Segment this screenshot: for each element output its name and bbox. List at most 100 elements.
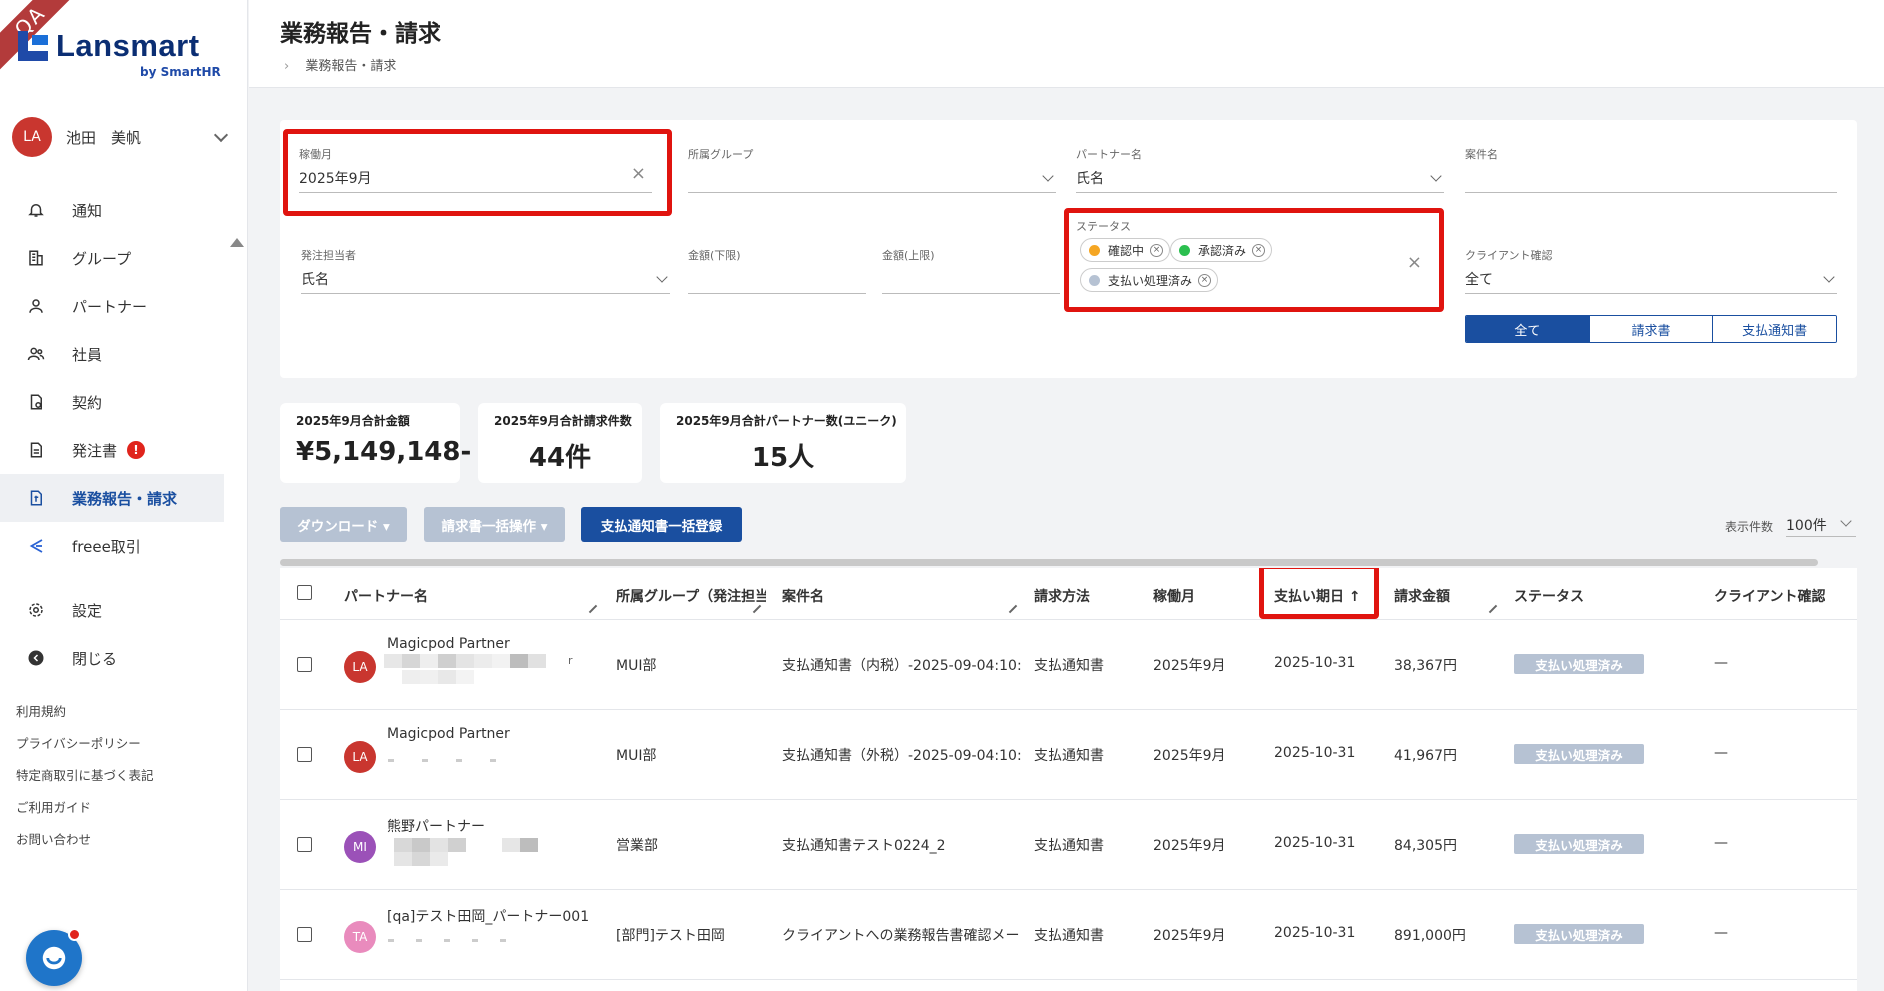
- chevron-down-icon: [656, 271, 668, 283]
- amount-max-input[interactable]: 金額(上限): [882, 247, 1060, 294]
- link-contact[interactable]: お問い合わせ: [16, 830, 154, 862]
- project-input[interactable]: 案件名: [1465, 146, 1837, 193]
- status-badge: 支払い処理済み: [1514, 924, 1644, 944]
- summary-title: 2025年9月合計パートナー数(ユニーク): [676, 414, 897, 428]
- gear-icon: [26, 600, 46, 620]
- table-row[interactable]: TA [qa]テスト田岡_パートナー001 [部門]テスト田岡 クライアントへの…: [280, 890, 1857, 980]
- annotation-highlight: [1064, 208, 1444, 312]
- amount: 38,367円: [1394, 658, 1457, 674]
- nav-contracts[interactable]: 契約: [0, 378, 224, 426]
- col-partner[interactable]: パートナー名: [344, 586, 544, 606]
- col-amount[interactable]: 請求金額: [1394, 586, 1450, 606]
- group-select[interactable]: 所属グループ: [688, 146, 1056, 193]
- partner-name[interactable]: [qa]テスト田岡_パートナー001: [387, 906, 589, 926]
- row-checkbox[interactable]: [297, 747, 312, 762]
- nav-label: 通知: [72, 201, 103, 220]
- nav-freee[interactable]: freee取引: [0, 522, 224, 570]
- method: 支払通知書: [1034, 658, 1104, 674]
- project[interactable]: 支払通知書（外税）-2025-09-04:10:0: [782, 745, 1022, 765]
- amount-min-input[interactable]: 金額(下限): [688, 247, 866, 294]
- masked-text: [402, 670, 474, 684]
- resize-handle-icon[interactable]: [588, 604, 598, 614]
- nav-label: 設定: [72, 601, 103, 620]
- table-row[interactable]: LA Magicpod Partner r MUI部 支払通知書（内税）-202…: [280, 620, 1857, 710]
- invoice-bulk-button[interactable]: 請求書一括操作 ▾: [424, 507, 565, 542]
- client-confirm: —: [1714, 925, 1728, 941]
- table-row[interactable]: LA Magicpod Partner MUI部 支払通知書（外税）-2025-…: [280, 710, 1857, 800]
- app-logo[interactable]: Lansmart: [18, 28, 200, 64]
- link-commercial-law[interactable]: 特定商取引に基づく表記: [16, 766, 154, 798]
- chevron-down-icon: [1840, 515, 1852, 527]
- field-label: 発注担当者: [301, 249, 356, 262]
- col-method[interactable]: 請求方法: [1034, 586, 1090, 606]
- client-confirm: —: [1714, 655, 1728, 671]
- per-page-label: 表示件数: [1725, 520, 1774, 534]
- link-privacy[interactable]: プライバシーポリシー: [16, 734, 154, 766]
- amount: 41,967円: [1394, 748, 1457, 764]
- nav-collapse[interactable]: 閉じる: [0, 634, 224, 682]
- col-group[interactable]: 所属グループ（発注担当: [616, 586, 766, 606]
- logo-mark-icon: [18, 31, 48, 61]
- scroll-up-arrow-icon[interactable]: [230, 238, 244, 247]
- nav-settings[interactable]: 設定: [0, 586, 224, 634]
- nav-purchase-orders[interactable]: 発注書 !: [0, 426, 224, 474]
- breadcrumb: › 業務報告・請求: [284, 55, 396, 74]
- project[interactable]: 支払通知書テスト0224_2: [782, 835, 1022, 855]
- person-icon: [26, 296, 46, 316]
- col-project[interactable]: 案件名: [782, 586, 982, 606]
- bell-icon: [26, 200, 46, 220]
- field-label: パートナー名: [1076, 148, 1142, 161]
- link-guide[interactable]: ご利用ガイド: [16, 798, 154, 830]
- user-menu[interactable]: LA 池田 美帆: [12, 116, 234, 158]
- breadcrumb-item[interactable]: 業務報告・請求: [305, 59, 396, 74]
- due-date: 2025-10-31: [1274, 745, 1356, 761]
- partner-name[interactable]: Magicpod Partner: [387, 636, 510, 652]
- orderer-select[interactable]: 発注担当者 氏名: [301, 247, 670, 294]
- summary-partner-count: 2025年9月合計パートナー数(ユニーク) 15人: [660, 403, 906, 483]
- nav-reports-invoices[interactable]: 業務報告・請求: [0, 474, 224, 522]
- col-client-confirm[interactable]: クライアント確認: [1714, 586, 1825, 606]
- row-checkbox[interactable]: [297, 837, 312, 852]
- horizontal-scrollbar[interactable]: [280, 559, 1818, 566]
- row-checkbox[interactable]: [297, 657, 312, 672]
- doc-type-all[interactable]: 全て: [1466, 316, 1590, 342]
- partner-select[interactable]: パートナー名 氏名: [1076, 146, 1444, 193]
- client-confirm: —: [1714, 835, 1728, 851]
- orderer-value: 氏名: [301, 272, 329, 288]
- nav-notifications[interactable]: 通知: [0, 186, 224, 234]
- page-title: 業務報告・請求: [280, 21, 441, 47]
- annotation-highlight: [283, 129, 672, 216]
- download-button[interactable]: ダウンロード ▾: [280, 507, 407, 542]
- doc-type-payment-notice[interactable]: 支払通知書: [1713, 316, 1836, 342]
- per-page-select[interactable]: 100件: [1786, 509, 1856, 537]
- link-terms[interactable]: 利用規約: [16, 702, 154, 734]
- payment-notice-bulk-button[interactable]: 支払通知書一括登録: [581, 507, 742, 542]
- nav-label: 発注書: [72, 441, 118, 460]
- table-row[interactable]: MI 熊野パートナー 営業部 支払通知書テスト0224_2 支払通知書 2025…: [280, 800, 1857, 890]
- col-status[interactable]: ステータス: [1514, 586, 1584, 606]
- doc-type-invoice[interactable]: 請求書: [1589, 316, 1714, 342]
- summary-value: 15人: [751, 443, 815, 473]
- group: [部門]テスト田岡: [616, 928, 725, 944]
- project[interactable]: 支払通知書（内税）-2025-09-04:10:0: [782, 655, 1022, 675]
- select-all-checkbox[interactable]: [297, 585, 312, 600]
- nav-partners[interactable]: パートナー: [0, 282, 224, 330]
- client-confirm-select[interactable]: クライアント確認 全て: [1465, 247, 1837, 294]
- row-checkbox[interactable]: [297, 927, 312, 942]
- avatar: TA: [344, 921, 376, 953]
- project[interactable]: クライアントへの業務報告書確認メー: [782, 925, 1022, 945]
- doc-type-toggle: 全て 請求書 支払通知書: [1465, 315, 1837, 343]
- avatar: LA: [344, 651, 376, 683]
- resize-handle-icon[interactable]: [1008, 604, 1018, 614]
- partner-name[interactable]: 熊野パートナー: [387, 816, 485, 836]
- nav-groups[interactable]: グループ: [0, 234, 224, 282]
- partner-name[interactable]: Magicpod Partner: [387, 726, 510, 742]
- resize-handle-icon[interactable]: [752, 604, 762, 614]
- col-month[interactable]: 稼働月: [1153, 586, 1195, 606]
- field-label: 金額(上限): [882, 249, 935, 262]
- invoice-icon: [26, 488, 46, 508]
- summary-title: 2025年9月合計金額: [296, 414, 410, 428]
- nav-employees[interactable]: 社員: [0, 330, 224, 378]
- status-badge: 支払い処理済み: [1514, 834, 1644, 854]
- resize-handle-icon[interactable]: [1488, 604, 1498, 614]
